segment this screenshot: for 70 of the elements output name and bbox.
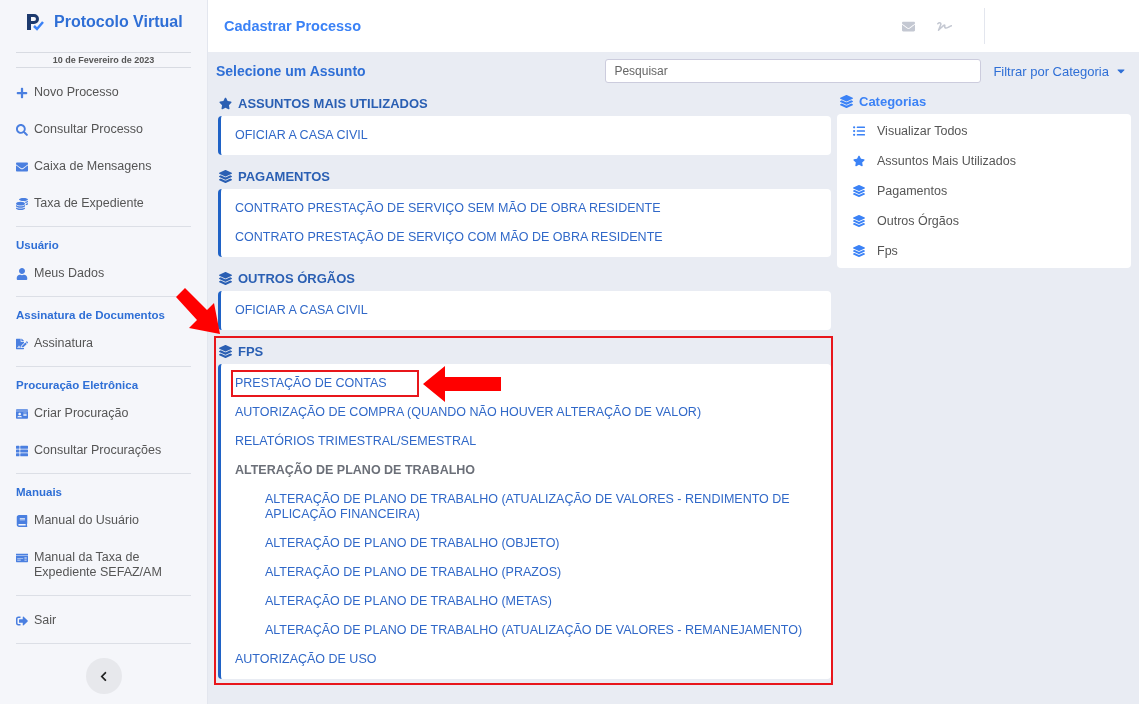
category-link[interactable]: Assuntos Mais Utilizados	[837, 146, 1131, 176]
subject-link[interactable]: ALTERAÇÃO DE PLANO DE TRABALHO (ATUALIZAÇÃO DE VALORES - RENDIMENTO DE APLICAÇÃO FINANCEIRA)	[261, 486, 831, 528]
subject-link[interactable]: RELATÓRIOS TRIMESTRAL/SEMESTRAL	[231, 428, 479, 455]
layers-icon	[219, 271, 232, 285]
layers-icon	[219, 169, 232, 183]
logo-icon	[24, 12, 44, 32]
signature-icon	[16, 338, 28, 350]
star-icon	[219, 96, 232, 110]
subject-link[interactable]: AUTORIZAÇÃO DE USO	[231, 646, 379, 673]
chevron-left-icon	[98, 670, 109, 682]
sidebar-item[interactable]: Taxa de Expediente	[16, 185, 191, 222]
plus-icon	[16, 87, 28, 99]
layers-icon	[219, 344, 232, 358]
annotation-arrow	[176, 288, 220, 334]
list-icon	[16, 445, 28, 457]
subject-link[interactable]: ALTERAÇÃO DE PLANO DE TRABALHO (OBJETO)	[261, 530, 562, 557]
collapse-sidebar-button[interactable]	[85, 658, 122, 694]
sidebar-item[interactable]: Criar Procuração	[16, 395, 191, 432]
current-date: 10 de Fevereiro de 2023	[16, 52, 191, 68]
star-icon	[853, 155, 865, 167]
logout-icon	[16, 615, 28, 627]
categories-heading: Categorias	[859, 93, 927, 109]
app-name: Protocolo Virtual	[54, 13, 183, 31]
sidebar-item[interactable]: Consultar Processo	[16, 111, 191, 148]
sidebar-item[interactable]: Caixa de Mensagens	[16, 148, 191, 185]
sidebar-item[interactable]: Novo Processo	[16, 74, 191, 111]
sidebar-item[interactable]: Consultar Procurações	[16, 432, 191, 469]
sidebar-heading: Procuração Eletrônica	[16, 378, 140, 393]
envelope-icon[interactable]	[902, 19, 915, 33]
subject-link[interactable]: CONTRATO PRESTAÇÃO DE SERVIÇO COM MÃO DE OBRA RESIDENTE	[231, 224, 665, 251]
category-link[interactable]: Fps	[837, 236, 1131, 266]
sidebar-item[interactable]: Meus Dados	[16, 255, 191, 292]
search-icon	[16, 124, 28, 136]
envelope-icon	[16, 161, 28, 173]
subject-link[interactable]: ALTERAÇÃO DE PLANO DE TRABALHO (METAS)	[261, 588, 554, 615]
filter-dropdown[interactable]: Filtrar por Categoria	[989, 63, 1131, 79]
subject-link[interactable]: ALTERAÇÃO DE PLANO DE TRABALHO (PRAZOS)	[261, 559, 564, 586]
list-icon	[853, 125, 865, 137]
category-link[interactable]: Outros Órgãos	[837, 206, 1131, 236]
subject-group-label: ALTERAÇÃO DE PLANO DE TRABALHO	[234, 461, 477, 479]
sidebar-heading: Manuais	[16, 485, 63, 500]
sidebar-item[interactable]: Manual do Usuário	[16, 502, 191, 539]
sidebar-heading: Usuário	[16, 238, 60, 253]
user-icon	[16, 268, 28, 280]
layers-icon	[840, 94, 853, 108]
subject-link[interactable]: OFICIAR A CASA CIVIL	[231, 297, 370, 324]
id-card-icon	[16, 408, 28, 420]
search-field[interactable]: Pesquisar	[605, 59, 982, 83]
category-heading: FPS	[238, 343, 264, 359]
coins-icon	[16, 198, 28, 210]
layers-icon	[853, 215, 865, 227]
category-heading: OUTROS ÓRGÃOS	[238, 270, 355, 286]
subject-link[interactable]: OFICIAR A CASA CIVIL	[231, 122, 370, 149]
sidebar-heading: Assinatura de Documentos	[16, 308, 166, 323]
sidebar-item[interactable]: Assinatura	[16, 325, 191, 362]
card-icon	[16, 552, 28, 564]
category-link[interactable]: Pagamentos	[837, 176, 1131, 206]
sidebar-item[interactable]: Manual da Taxa de Expediente SEFAZ/AM	[16, 539, 191, 591]
category-heading: ASSUNTOS MAIS UTILIZADOS	[238, 95, 428, 111]
layers-icon	[853, 185, 865, 197]
subject-link[interactable]: AUTORIZAÇÃO DE COMPRA (QUANDO NÃO HOUVER ALTERAÇÃO DE VALOR)	[231, 399, 704, 426]
book-icon	[16, 515, 28, 527]
category-link[interactable]: Visualizar Todos	[837, 116, 1131, 146]
section-title: Selecione um Assunto	[216, 63, 367, 79]
sidebar-item[interactable]: Sair	[16, 602, 191, 639]
subject-link[interactable]: CONTRATO PRESTAÇÃO DE SERVIÇO SEM MÃO DE OBRA RESIDENTE	[231, 195, 663, 222]
subject-link[interactable]: ALTERAÇÃO DE PLANO DE TRABALHO (ATUALIZAÇÃO DE VALORES - REMANEJAMENTO)	[261, 617, 805, 644]
layers-icon	[853, 245, 865, 257]
page-title: Cadastrar Processo	[224, 18, 362, 34]
category-heading: PAGAMENTOS	[238, 168, 330, 184]
